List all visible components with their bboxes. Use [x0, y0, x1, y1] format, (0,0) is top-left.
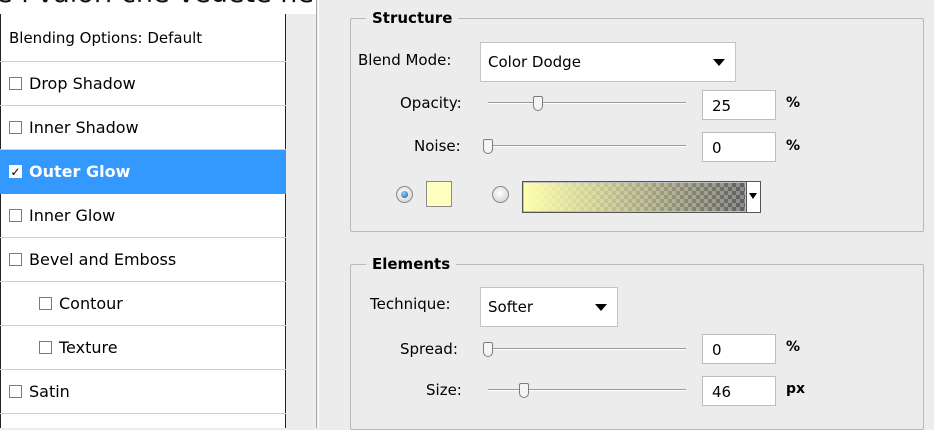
style-item-label: Bevel and Emboss — [29, 250, 177, 269]
glow-color-swatch[interactable] — [426, 181, 452, 207]
blend-mode-value: Color Dodge — [488, 53, 581, 71]
style-item-label: Inner Shadow — [29, 118, 139, 137]
chevron-down-icon — [595, 304, 607, 311]
style-item-label: Inner Glow — [29, 206, 116, 225]
technique-dropdown[interactable]: Softer — [480, 287, 618, 327]
style-item-label: Contour — [59, 294, 123, 313]
gradient-preview — [524, 183, 745, 211]
style-item-inner-glow[interactable]: Inner Glow — [0, 194, 286, 238]
texture-checkbox[interactable] — [39, 341, 52, 354]
blend-mode-label: Blend Mode: — [358, 51, 452, 69]
style-item-bevel-emboss[interactable]: Bevel and Emboss — [0, 238, 286, 282]
spread-unit: % — [786, 339, 801, 355]
noise-input[interactable]: 0 — [702, 132, 776, 162]
size-input[interactable]: 46 — [702, 376, 776, 406]
size-slider-thumb[interactable] — [518, 383, 529, 398]
structure-title: Structure — [366, 9, 459, 27]
style-item-label: Outer Glow — [29, 162, 131, 181]
bevel-emboss-checkbox[interactable] — [9, 253, 22, 266]
style-item-satin[interactable]: Satin — [0, 370, 286, 414]
panel-divider — [316, 0, 317, 428]
style-item-contour[interactable]: Contour — [0, 282, 286, 326]
opacity-unit: % — [786, 95, 801, 111]
noise-slider-thumb[interactable] — [483, 139, 493, 154]
noise-slider-track[interactable] — [488, 145, 686, 147]
styles-list: Blending Options: Default Drop Shadow In… — [0, 14, 286, 428]
gradient-picker[interactable] — [522, 181, 747, 213]
spread-slider-thumb[interactable] — [483, 342, 493, 357]
size-unit: px — [786, 381, 806, 397]
opacity-slider-track[interactable] — [488, 102, 686, 104]
noise-unit: % — [786, 138, 801, 154]
style-item-texture[interactable]: Texture — [0, 326, 286, 370]
blending-options-item[interactable]: Blending Options: Default — [0, 14, 286, 62]
spread-input[interactable]: 0 — [702, 334, 776, 364]
opacity-input[interactable]: 25 — [702, 90, 776, 120]
style-item-drop-shadow[interactable]: Drop Shadow — [0, 62, 286, 106]
elements-title: Elements — [366, 255, 457, 273]
options-panel: Structure Blend Mode: Color Dodge Opacit… — [316, 0, 934, 430]
spread-slider-track[interactable] — [488, 348, 686, 350]
opacity-slider-thumb[interactable] — [532, 96, 543, 111]
outer-glow-checkbox[interactable]: ✓ — [9, 165, 22, 178]
satin-checkbox[interactable] — [9, 385, 22, 398]
technique-label: Technique: — [370, 295, 451, 313]
style-item-outer-glow[interactable]: ✓ Outer Glow — [0, 150, 286, 194]
solid-color-radio[interactable] — [396, 186, 413, 203]
blending-options-label: Blending Options: Default — [9, 28, 203, 47]
style-item-inner-shadow[interactable]: Inner Shadow — [0, 106, 286, 150]
gradient-radio[interactable] — [492, 186, 509, 203]
size-slider-track[interactable] — [488, 389, 686, 391]
style-item-label: Texture — [59, 338, 118, 357]
panel-divider-highlight — [318, 0, 319, 428]
style-item-label: Satin — [29, 382, 70, 401]
inner-glow-checkbox[interactable] — [9, 209, 22, 222]
technique-value: Softer — [488, 298, 533, 316]
inner-shadow-checkbox[interactable] — [9, 121, 22, 134]
contour-checkbox[interactable] — [39, 297, 52, 310]
size-label: Size: — [426, 381, 462, 399]
blend-mode-dropdown[interactable]: Color Dodge — [480, 42, 736, 82]
drop-shadow-checkbox[interactable] — [9, 77, 22, 90]
opacity-label: Opacity: — [400, 94, 462, 112]
noise-label: Noise: — [414, 137, 461, 155]
style-item-label: Drop Shadow — [29, 74, 136, 93]
spread-label: Spread: — [400, 340, 458, 358]
chevron-down-icon — [713, 59, 725, 66]
gradient-dropdown-button[interactable] — [746, 181, 761, 213]
